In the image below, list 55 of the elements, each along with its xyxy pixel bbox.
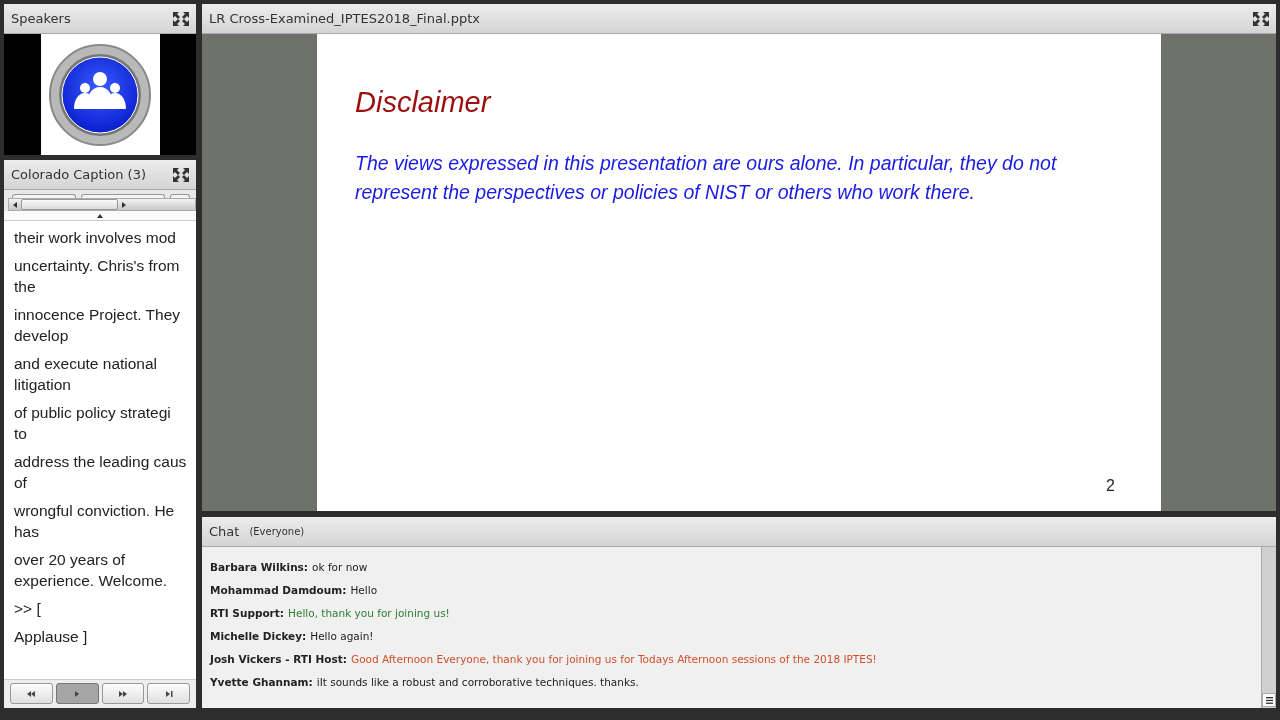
play-button[interactable] [55, 683, 99, 704]
caption-line: Applause ] [14, 627, 89, 647]
message-text: ok for now [312, 561, 368, 573]
message-text: Hello [350, 584, 378, 596]
slide-text: The views expressed in this presentation are ours alone. In particular, they do not represent the perspectives or policies of NIST or others who work there. [355, 151, 1058, 205]
sender-name: Mohammad Damdoum: [210, 584, 347, 596]
pod-title: Speakers [11, 11, 72, 26]
fullscreen-icon[interactable] [1252, 10, 1270, 27]
people-icon [48, 42, 152, 147]
caption-line: wrongful conviction. He [14, 501, 176, 521]
caption-line: address the leading caus [14, 452, 188, 472]
end-button[interactable] [147, 683, 190, 704]
caption-line: uncertainty. Chris's from [14, 256, 181, 276]
caption-line: >> [ [14, 599, 42, 619]
vertical-scrollbar[interactable] [1261, 547, 1276, 708]
sender-name: Barbara Wilkins: [210, 561, 309, 573]
rewind-icon [27, 690, 36, 697]
page-number: 2 [1106, 477, 1115, 495]
message-text: iIt sounds like a robust and corroborative techniques. thanks. [316, 676, 639, 688]
pod-title: Chat [209, 524, 240, 539]
caption-line: over 20 years of [14, 550, 127, 570]
sender-name: RTI Support: [210, 607, 285, 619]
caption-line: their work involves mod [14, 228, 177, 248]
fullscreen-icon[interactable] [172, 10, 190, 27]
caption-line: experience. Welcome. [14, 571, 169, 591]
forward-icon [118, 690, 127, 697]
rewind-button[interactable] [10, 683, 53, 704]
fullscreen-icon[interactable] [172, 166, 190, 183]
message-text: Hello again! [310, 630, 374, 642]
message-text: Hello, thank you for joining us! [288, 607, 450, 619]
color-dropdown[interactable] [81, 194, 165, 198]
caption-line: innocence Project. They [14, 305, 181, 325]
caption-line: and execute national [14, 354, 159, 374]
end-icon [164, 690, 173, 697]
message-text: Good Afternoon Everyone, thank you for joining us for Todays Afternoon sessions of the 2018 IPTES! [351, 653, 877, 665]
audience-label: (Everyone) [249, 526, 305, 537]
caption-line: has [14, 522, 40, 542]
caption-line: the [14, 277, 37, 297]
scroll-up-icon[interactable] [97, 213, 103, 218]
pod-title: LR Cross-Examined_IPTES2018_Final.pptx [209, 11, 481, 26]
slide-title: Disclaimer [355, 86, 493, 119]
sender-name: Yvette Ghannam: [210, 676, 313, 688]
sender-name: Josh Vickers - RTI Host: [210, 653, 347, 665]
menu-icon[interactable] [1262, 693, 1276, 707]
scroll-left-icon[interactable] [13, 201, 17, 208]
caption-line: of public policy strategi [14, 403, 172, 423]
pod-title: Colorado Caption (3) [11, 167, 147, 182]
caption-line: of [14, 473, 28, 493]
sender-name: Michelle Dickey: [210, 630, 307, 642]
caption-line: to [14, 424, 28, 444]
horizontal-scrollbar[interactable] [8, 198, 196, 211]
forward-button[interactable] [101, 683, 145, 704]
caption-line: develop [14, 326, 70, 346]
caption-line: litigation [14, 375, 72, 395]
scroll-right-icon[interactable] [122, 201, 126, 208]
